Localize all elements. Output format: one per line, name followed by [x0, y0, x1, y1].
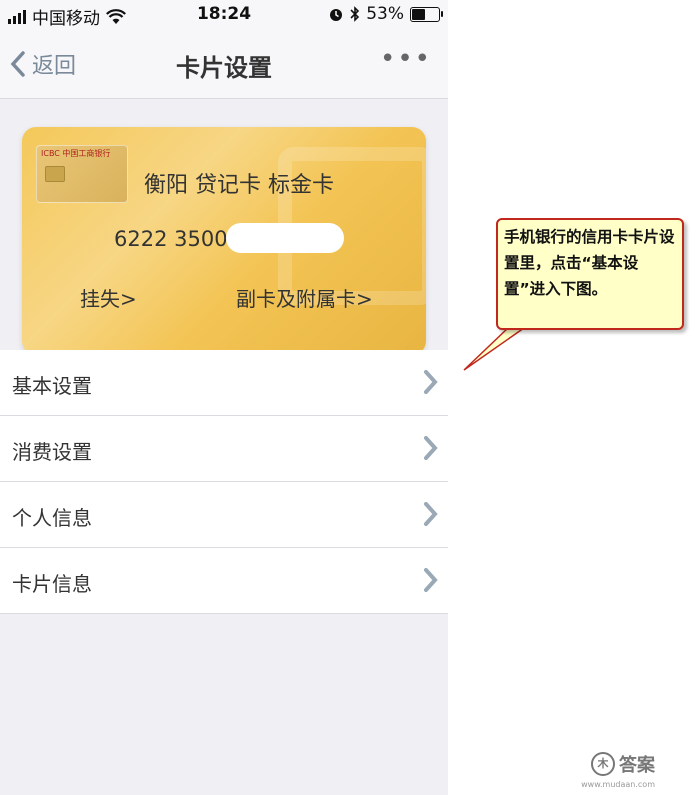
menu-item-label: 个人信息 [12, 506, 92, 530]
menu-item-label: 卡片信息 [12, 572, 92, 596]
status-bar: 中国移动 18:24 53% [0, 0, 448, 30]
menu-item-spending-settings[interactable]: 消费设置 [0, 416, 448, 482]
menu-item-card-info[interactable]: 卡片信息 [0, 548, 448, 614]
more-options-icon[interactable]: ••• [380, 44, 432, 74]
annotation-callout: 手机银行的信用卡卡片设置里，点击“基本设置”进入下图。 [496, 218, 684, 330]
watermark-url: www.mudaan.com [581, 780, 655, 789]
menu-item-personal-info[interactable]: 个人信息 [0, 482, 448, 548]
battery-icon [410, 6, 443, 22]
watermark-text: 答案 [619, 755, 655, 776]
battery-percent: 53% [366, 4, 404, 24]
menu-item-label: 消费设置 [12, 440, 92, 464]
card-number: 6222 3500 [114, 227, 228, 251]
menu-item-basic-settings[interactable]: 基本设置 [0, 350, 448, 416]
chip-icon [45, 166, 65, 182]
card-thumbnail: ICBC 中国工商银行 [36, 145, 128, 203]
supplementary-card-link[interactable]: 副卡及附属卡> [236, 283, 373, 312]
watermark-logo-icon: 木 [591, 752, 615, 776]
chevron-right-icon [424, 568, 438, 592]
chevron-right-icon [424, 502, 438, 526]
chevron-right-icon [424, 370, 438, 394]
bluetooth-icon [350, 6, 360, 22]
credit-card: ICBC 中国工商银行 衡阳 贷记卡 标金卡 6222 3500 挂失> 副卡及… [22, 127, 426, 355]
card-name: 衡阳 贷记卡 标金卡 [144, 173, 334, 198]
phone-screen: 中国移动 18:24 53% 返回 卡片设置 ••• ICBC 中国工商银行 衡… [0, 0, 448, 795]
menu-item-label: 基本设置 [12, 374, 92, 398]
settings-menu: 基本设置 消费设置 个人信息 卡片信息 [0, 350, 448, 614]
site-watermark: 木 答案 [591, 751, 655, 777]
alarm-icon [330, 9, 343, 21]
report-loss-link[interactable]: 挂失> [80, 283, 137, 312]
number-mask [226, 223, 344, 253]
chevron-right-icon [424, 436, 438, 460]
nav-bar: 返回 卡片设置 ••• [0, 30, 448, 99]
bank-logo: ICBC 中国工商银行 [41, 149, 111, 158]
status-right: 53% [328, 4, 443, 24]
